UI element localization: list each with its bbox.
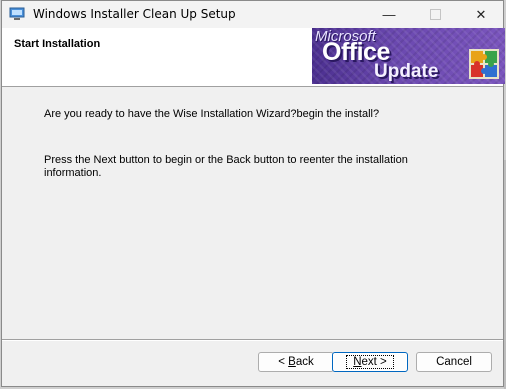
close-icon: ✕ (475, 6, 487, 22)
back-button-label: < Back (278, 356, 314, 368)
setup-window: Windows Installer Clean Up Setup — ✕ Sta… (1, 0, 505, 387)
office-update-banner: Microsoft Office Update (312, 28, 505, 84)
installer-app-icon (9, 7, 25, 20)
maximize-icon (429, 9, 441, 20)
back-button[interactable]: < Back (258, 352, 334, 372)
footer-separator (2, 339, 503, 341)
minimize-button[interactable]: — (366, 1, 412, 28)
window-title: Windows Installer Clean Up Setup (33, 7, 236, 21)
wizard-header: Start Installation Microsoft Office Upda… (2, 28, 505, 87)
banner-update-text: Update (374, 61, 439, 82)
next-button-label: Next > (346, 355, 394, 369)
minimize-icon: — (382, 7, 396, 22)
close-button[interactable]: ✕ (458, 1, 504, 28)
cancel-button[interactable]: Cancel (416, 352, 492, 372)
maximize-button[interactable] (412, 1, 458, 28)
instructions-text: Press the Next button to begin or the Ba… (44, 154, 408, 179)
page-title: Start Installation (14, 38, 101, 50)
ready-question-text: Are you ready to have the Wise Installat… (44, 108, 380, 120)
next-button[interactable]: Next > (332, 352, 408, 372)
title-bar[interactable]: Windows Installer Clean Up Setup — ✕ (2, 1, 503, 28)
office-puzzle-icon (469, 49, 499, 79)
